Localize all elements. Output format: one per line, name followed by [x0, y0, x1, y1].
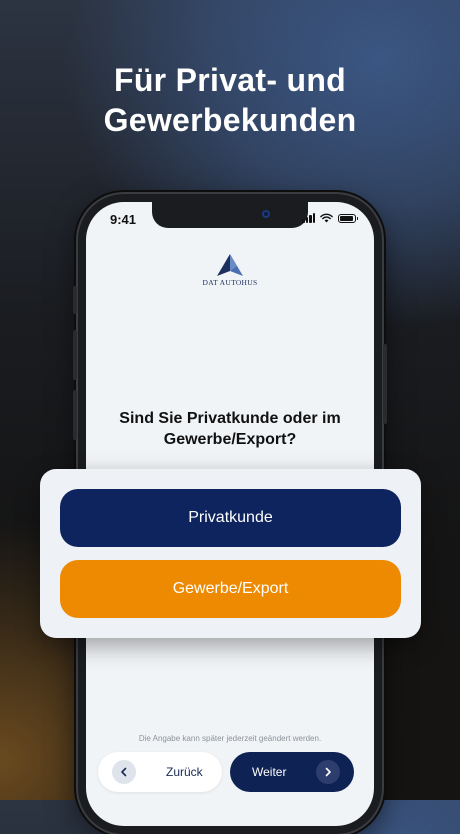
- headline-line-2: Gewerbekunden: [103, 102, 357, 138]
- battery-icon: [338, 213, 358, 223]
- phone-power-button: [383, 344, 387, 424]
- status-time: 9:41: [110, 212, 137, 227]
- customer-type-card: Privatkunde Gewerbe/Export: [40, 469, 421, 638]
- back-button-label: Zurück: [166, 765, 203, 779]
- phone-mute-switch: [73, 286, 77, 314]
- question-line-2: Gewerbe/Export?: [163, 431, 297, 448]
- chevron-right-icon: [316, 760, 340, 784]
- phone-volume-down: [73, 390, 77, 440]
- status-icons: [302, 213, 358, 223]
- next-button[interactable]: Weiter: [230, 752, 354, 792]
- hint-text: Die Angabe kann später jederzeit geänder…: [138, 734, 322, 743]
- brand-name: DAT AUTOHUS: [202, 278, 258, 287]
- back-button[interactable]: Zurück: [98, 752, 222, 792]
- triangle-logo-icon: [217, 254, 243, 276]
- chevron-left-icon: [112, 760, 136, 784]
- signal-icon: [302, 213, 315, 223]
- next-button-label: Weiter: [252, 765, 287, 779]
- wifi-icon: [320, 213, 333, 223]
- phone-volume-up: [73, 330, 77, 380]
- headline-line-1: Für Privat- und: [113, 62, 347, 98]
- question-line-1: Sind Sie Privatkunde oder im: [119, 410, 341, 427]
- page-headline: Für Privat- und Gewerbekunden: [0, 60, 460, 140]
- camera-icon: [262, 210, 270, 218]
- business-export-button[interactable]: Gewerbe/Export: [60, 560, 401, 618]
- question-text: Sind Sie Privatkunde oder im Gewerbe/Exp…: [96, 408, 364, 450]
- private-customer-button[interactable]: Privatkunde: [60, 489, 401, 547]
- brand-logo: DAT AUTOHUS: [86, 254, 374, 287]
- phone-notch: [152, 202, 308, 228]
